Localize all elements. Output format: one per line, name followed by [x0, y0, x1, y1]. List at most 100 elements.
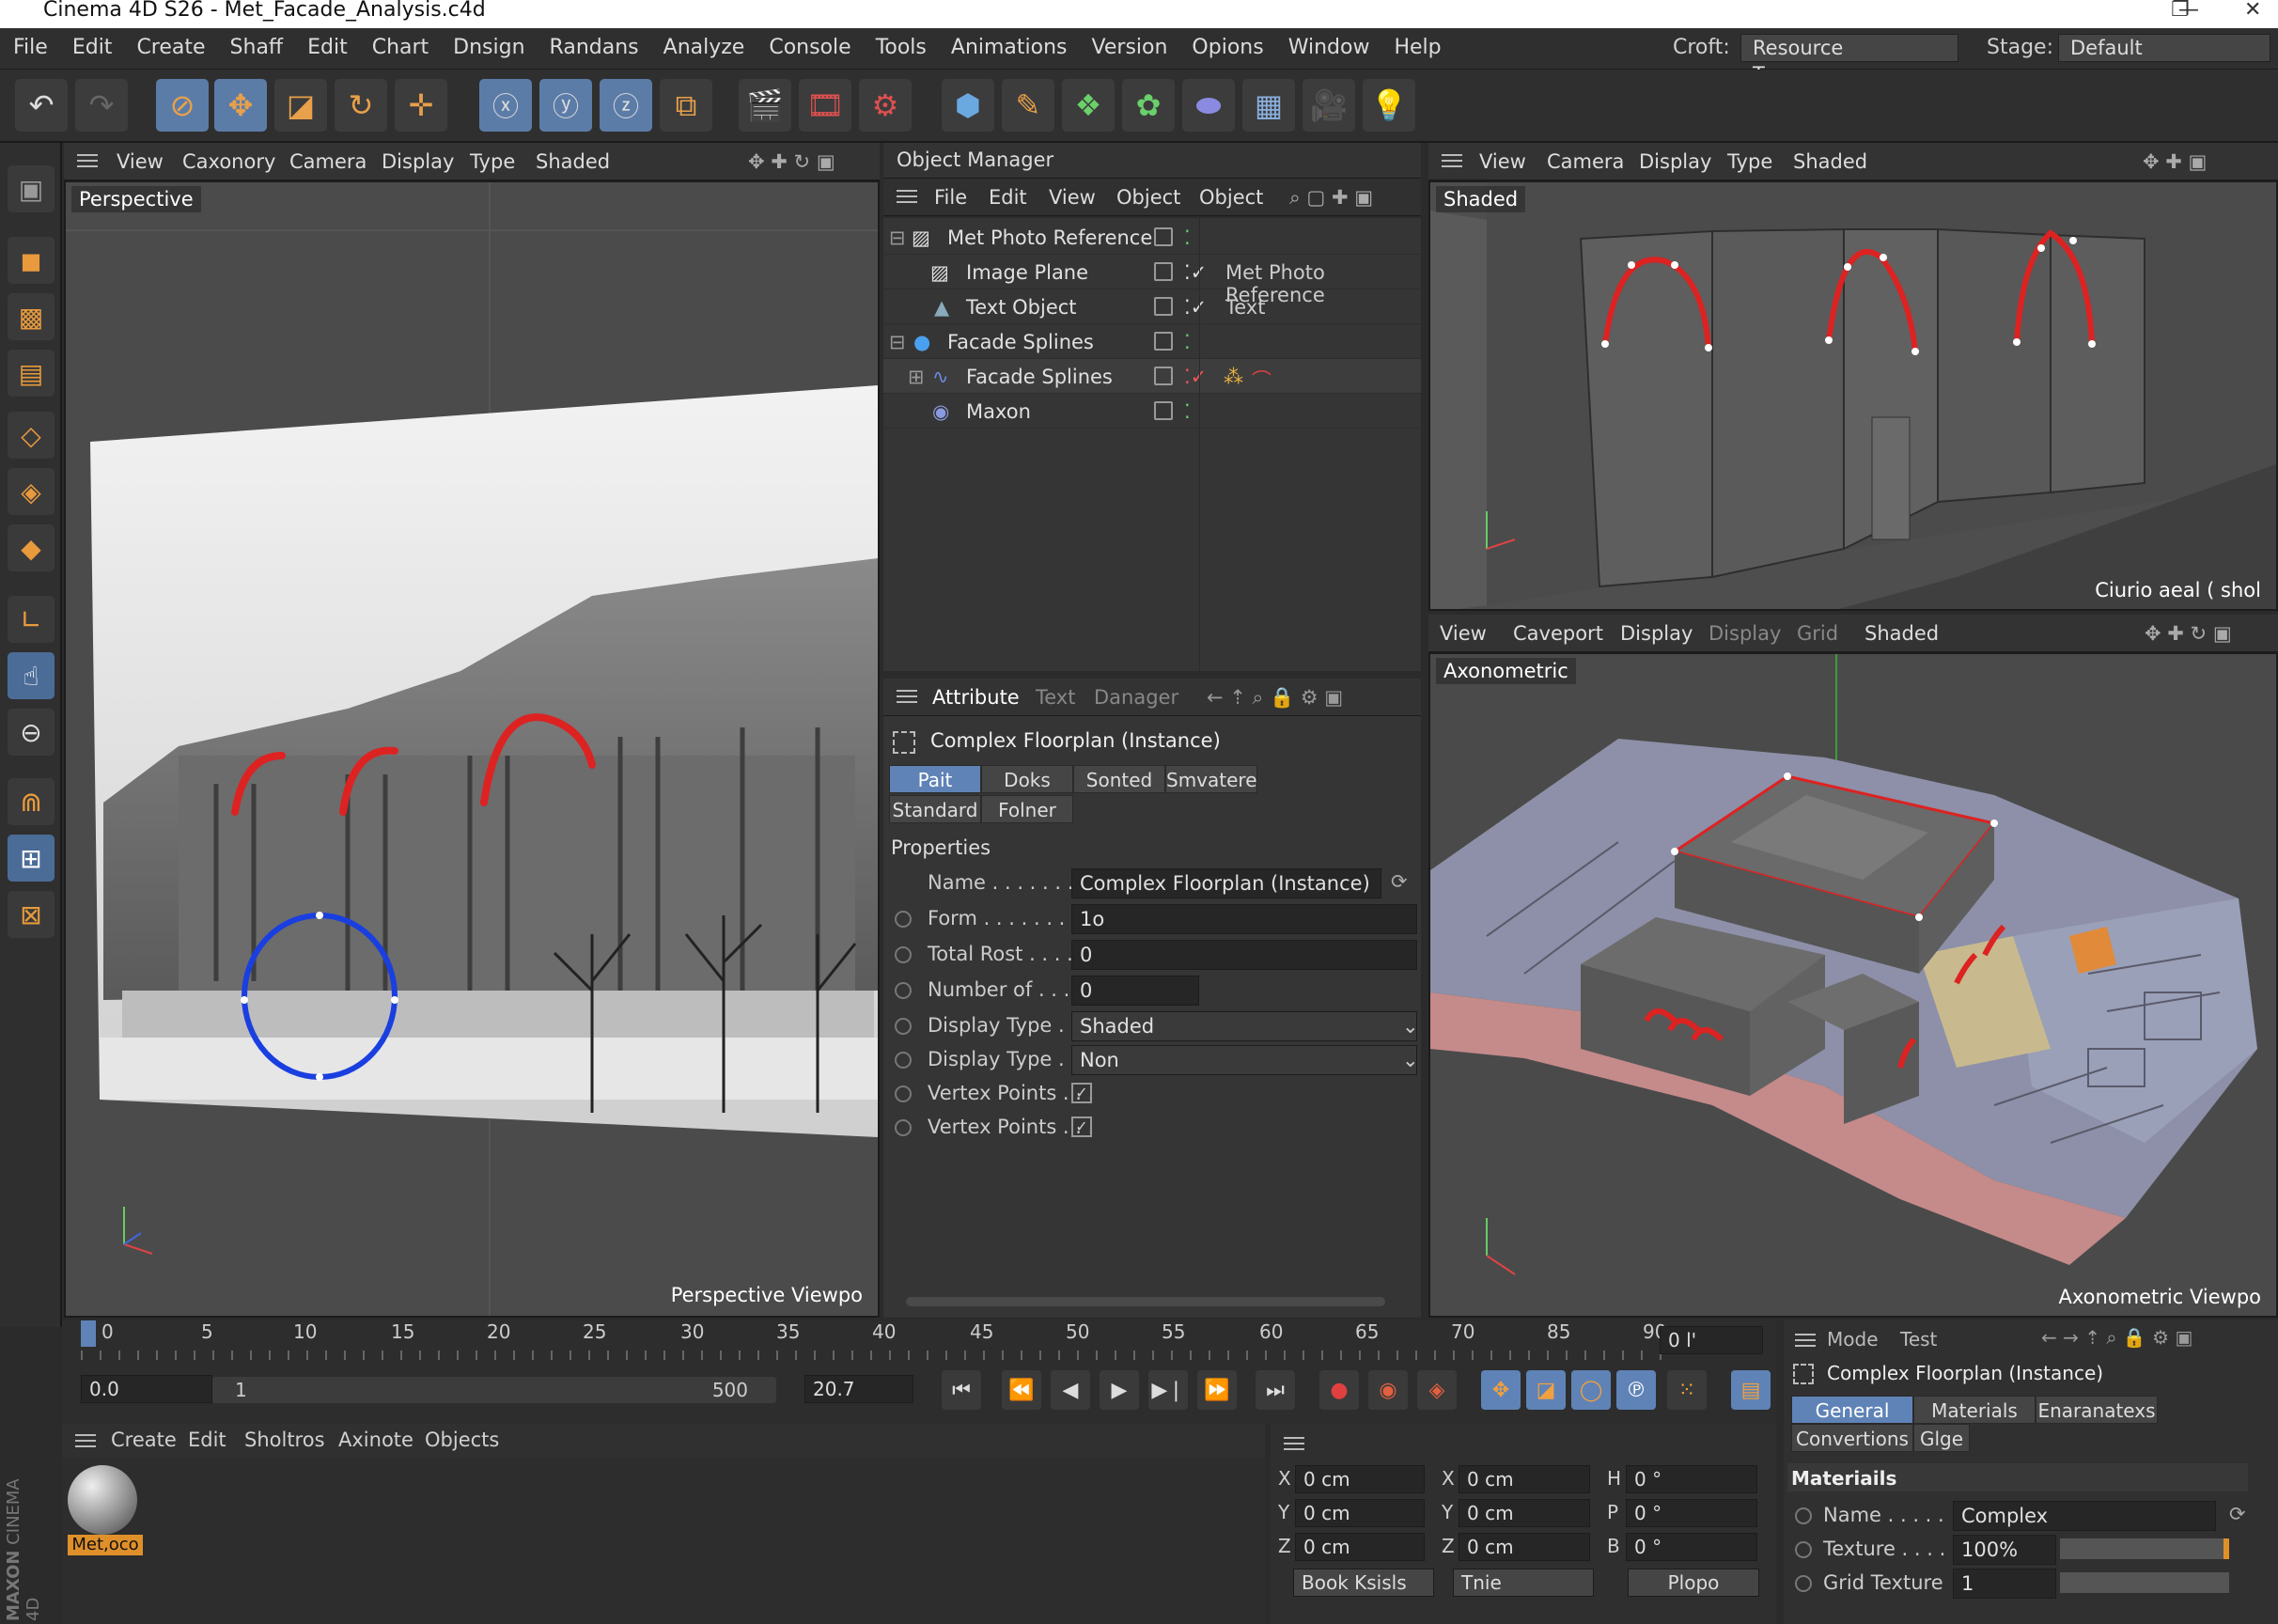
menu-edit-2[interactable]: Edit — [307, 36, 348, 59]
keyframe-icon[interactable] — [895, 946, 912, 963]
tab-materials[interactable]: Materials — [1913, 1396, 2036, 1424]
menu-analyze[interactable]: Analyze — [663, 36, 745, 59]
vp3-menu-display[interactable]: Display — [1620, 622, 1693, 645]
vp3-menu-caveport[interactable]: Caveport — [1513, 622, 1603, 645]
vp3-menu-shaded[interactable]: Shaded — [1865, 622, 1939, 645]
key-parameter-icon[interactable]: ℗ — [1616, 1370, 1656, 1410]
apply-button[interactable]: Plopo — [1628, 1569, 1759, 1597]
mat-menu-edit[interactable]: Edit — [188, 1429, 226, 1451]
visibility-checkbox[interactable] — [1154, 262, 1173, 281]
mat-menu-sholtros[interactable]: Sholtros — [244, 1429, 325, 1451]
rattr-nav-icons[interactable]: ← → ⇡ ⌕ 🔒 ⚙ ▣ — [2041, 1326, 2192, 1349]
menu-icon[interactable] — [1284, 1437, 1304, 1450]
vp2-menu-display[interactable]: Display — [1639, 150, 1711, 173]
go-to-start-icon[interactable]: ⏮ — [942, 1370, 981, 1410]
tab-general[interactable]: General — [1791, 1396, 1913, 1424]
vp3-menu-display-2[interactable]: Display — [1708, 622, 1781, 645]
vp-menu-view[interactable]: View — [117, 150, 164, 173]
shaded-viewport[interactable]: Shaded Ciurio aeal ( shol — [1428, 180, 2278, 611]
reset-icon[interactable]: ⟳ — [2229, 1503, 2246, 1525]
size-z-field[interactable]: 0 cm — [1459, 1533, 1590, 1561]
maximize-icon[interactable]: ❐ — [2171, 0, 2190, 21]
list-item[interactable]: ▨ Image Plane ⁚✓ Met Photo Reference — [883, 255, 1421, 306]
select-tool-icon[interactable]: ⊘ — [156, 79, 209, 132]
menu-randans[interactable]: Randans — [550, 36, 639, 59]
render-picture-viewer-icon[interactable]: 🎞 — [799, 79, 851, 132]
size-x-field[interactable]: 0 cm — [1459, 1465, 1590, 1493]
vp-menu-display[interactable]: Display — [382, 150, 454, 173]
tab-danager[interactable]: Danager — [1094, 686, 1178, 709]
tab-attribute[interactable]: Attribute — [932, 686, 1020, 709]
rot-p-field[interactable]: 0 ° — [1626, 1499, 1757, 1527]
tab-text[interactable]: Text — [1036, 686, 1075, 709]
vertex-points-checkbox-2[interactable]: ✓ — [1071, 1116, 1092, 1137]
workplane-icon[interactable]: ▤ — [8, 350, 55, 397]
keyframe-icon[interactable] — [1795, 1541, 1812, 1558]
pos-z-field[interactable]: 0 cm — [1295, 1533, 1425, 1561]
grid-texture-stepper[interactable]: 1 — [1953, 1569, 2056, 1599]
rot-h-field[interactable]: 0 ° — [1626, 1465, 1757, 1493]
pos-y-field[interactable]: 0 cm — [1295, 1499, 1425, 1527]
layout-icon[interactable]: ▣ — [8, 165, 55, 212]
edges-mode-icon[interactable]: ◈ — [8, 468, 55, 515]
mat-menu-axinote[interactable]: Axinote — [338, 1429, 413, 1451]
visibility-checkbox[interactable] — [1154, 227, 1173, 246]
menu-help[interactable]: Help — [1394, 36, 1441, 59]
tab-glge[interactable]: Glge — [1913, 1424, 1970, 1452]
go-to-end-icon[interactable]: ⏭ — [1256, 1370, 1295, 1410]
om-menu-object-2[interactable]: Object — [1199, 186, 1263, 209]
redo-icon[interactable]: ↷ — [75, 79, 128, 132]
menu-chart[interactable]: Chart — [372, 36, 429, 59]
texture-stepper[interactable]: 100% — [1953, 1535, 2056, 1565]
key-rotation-icon[interactable]: ◯ — [1571, 1370, 1611, 1410]
menu-icon[interactable] — [75, 1434, 96, 1447]
display-type-select-2[interactable]: Non — [1071, 1045, 1417, 1075]
texture-slider[interactable] — [2060, 1538, 2229, 1559]
cloner-icon[interactable]: ✿ — [1122, 79, 1175, 132]
menu-tools[interactable]: Tools — [876, 36, 927, 59]
tab-convertions[interactable]: Convertions — [1791, 1424, 1913, 1452]
y-axis-lock-icon[interactable]: ⓨ — [539, 79, 592, 132]
perspective-viewport[interactable]: Perspective Perspective Viewpo — [64, 180, 880, 1318]
vp2-menu-view[interactable]: View — [1479, 150, 1526, 173]
om-tool-icons[interactable]: ⌕ ▢ ✚ ▣ — [1289, 186, 1373, 210]
menu-create[interactable]: Create — [136, 36, 205, 59]
menu-dnsign[interactable]: Dnsign — [453, 36, 524, 59]
previous-key-icon[interactable]: ⏪ — [1002, 1370, 1041, 1410]
display-type-select[interactable]: Shaded — [1071, 1011, 1417, 1041]
deformer-icon[interactable]: ⬬ — [1182, 79, 1235, 132]
menu-icon[interactable] — [1442, 154, 1462, 167]
menu-icon[interactable] — [77, 154, 98, 167]
x-axis-lock-icon[interactable]: ⓧ — [479, 79, 532, 132]
menu-shaff[interactable]: Shaff — [230, 36, 284, 59]
menu-window[interactable]: Window — [1288, 36, 1370, 59]
list-item[interactable]: ⊟ ▨ Met Photo Reference ⁚ — [883, 220, 1421, 255]
axonometric-viewport[interactable]: Axonometric Axonometric Viewpo — [1428, 652, 2278, 1318]
tab-smvatere[interactable]: Smvatere — [1165, 765, 1257, 793]
tab-doks[interactable]: Doks — [981, 765, 1073, 793]
record-icon[interactable]: ● — [1319, 1370, 1359, 1410]
menu-icon[interactable] — [897, 190, 917, 203]
step-back-icon[interactable]: ◀ — [1051, 1370, 1090, 1410]
croft-dropdown[interactable]: Resource Tearpones ▾ — [1740, 34, 1958, 86]
form-field[interactable]: 1o — [1071, 904, 1417, 934]
undo-icon[interactable]: ↶ — [15, 79, 68, 132]
camera-icon[interactable]: 🎥 — [1303, 79, 1355, 132]
cube-object-icon[interactable]: ⬢ — [942, 79, 994, 132]
number-stepper[interactable]: 0 — [1071, 976, 1199, 1006]
rot-b-field[interactable]: 0 ° — [1626, 1533, 1757, 1561]
menu-animations[interactable]: Animations — [951, 36, 1068, 59]
mat-menu-objects[interactable]: Objects — [425, 1429, 499, 1451]
render-settings-icon[interactable]: ⚙ — [859, 79, 912, 132]
menu-version[interactable]: Version — [1092, 36, 1168, 59]
visibility-checkbox[interactable] — [1154, 332, 1173, 351]
menu-edit[interactable]: Edit — [72, 36, 113, 59]
keyframe-icon[interactable] — [895, 1018, 912, 1035]
key-position-icon[interactable]: ✥ — [1481, 1370, 1521, 1410]
frame-field[interactable]: 0 l' — [1660, 1326, 1763, 1354]
list-item[interactable]: ◉ Maxon ⁚ — [883, 394, 1421, 429]
z-axis-lock-icon[interactable]: ⓩ — [600, 79, 652, 132]
visibility-checkbox[interactable] — [1154, 367, 1173, 385]
vp-menu-camera[interactable]: Camera — [289, 150, 367, 173]
list-item[interactable]: ▲ Text Object ⁚✓ Text — [883, 289, 1421, 324]
